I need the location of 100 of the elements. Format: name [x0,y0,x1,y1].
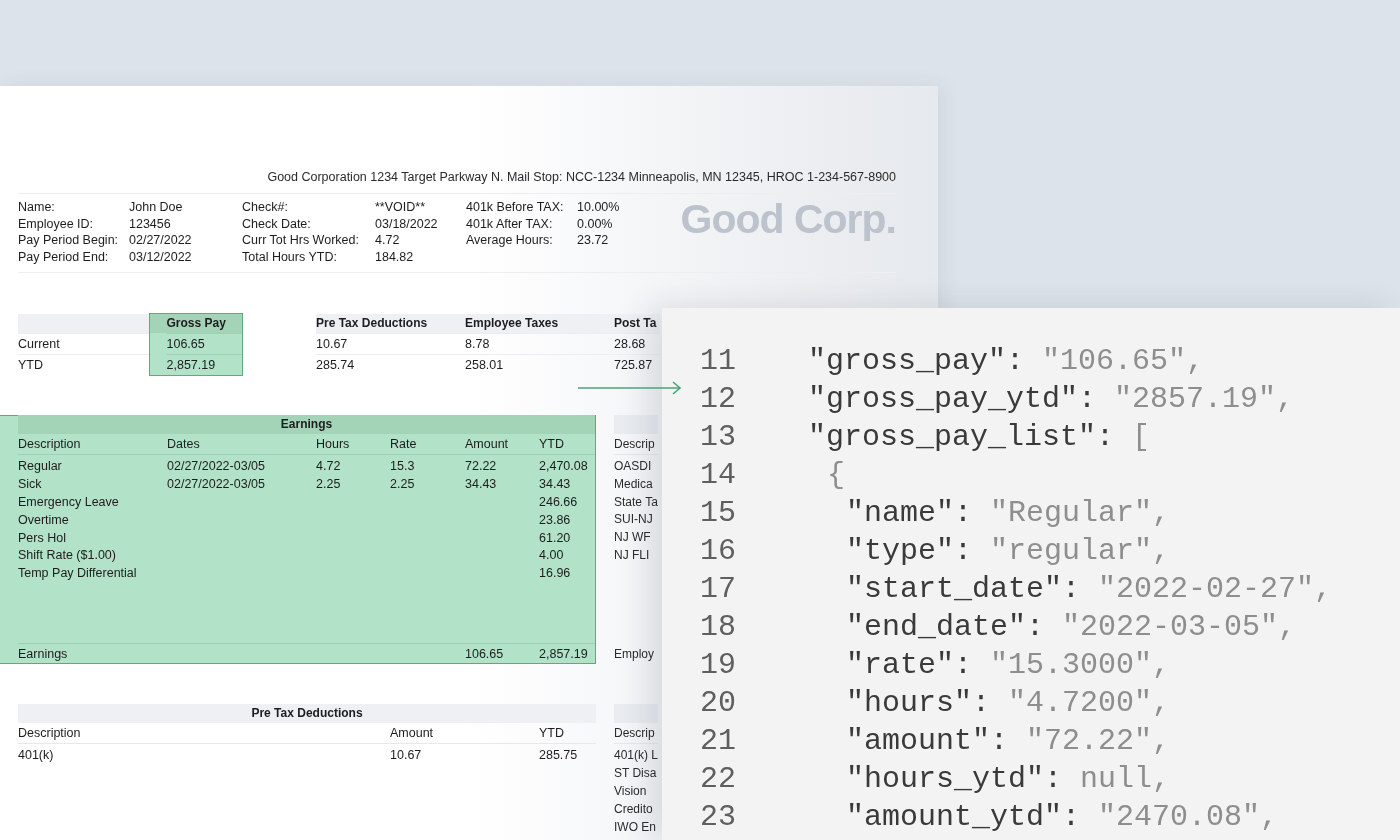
field-value: **VOID** [375,199,427,216]
field-label: Average Hours: [466,232,554,249]
table-cell-text: 285.75 [539,748,579,762]
field-label: Check#: [242,199,289,216]
code-key: "name": [846,494,973,532]
column-header: Post Ta [614,314,660,333]
field-label: Curr Tot Hrs Worked: [242,232,360,249]
field-value: 184.82 [375,248,415,265]
table-cell: Medica [614,476,653,491]
column-header: Hours [316,436,351,451]
table-cell: OASDI [614,459,652,473]
table-cell-text: Overtime [18,512,70,527]
table-cell: NJ FLI [614,548,650,562]
table-cell-text: 10.67 [390,748,423,762]
table-cell: IWO En [614,820,656,834]
line-number: 15 [700,495,736,532]
table-cell-text: 2.25 [390,477,416,492]
table-cell: 2,857.19 [166,358,216,372]
table-cell: 725.87 [614,358,653,372]
code-key: "gross_pay_ytd": [808,380,1097,418]
table-cell: 401(k) L [614,748,659,762]
table-cell-text: 2,857.19 [539,646,589,661]
line-number: 13 [700,419,736,456]
line-number: 21 [700,723,736,760]
line-number: 17 [700,571,736,608]
table-cell-text: 34.43 [539,477,572,492]
code-value: "4.7200", [1008,685,1171,722]
row-label: YTD [18,358,43,372]
column-header: Description [18,726,82,740]
field-label: Check Date: [242,215,312,232]
line-number: 23 [700,799,736,836]
line-number: 11 [700,343,736,380]
code-key: "amount": [846,722,1009,760]
line-number: 19 [700,647,736,684]
table-cell-text: 72.22 [465,459,498,474]
table-cell-text: 15.3 [390,459,416,474]
code-value: [ [1132,419,1151,456]
table-cell: ST Disa [614,766,657,780]
table-cell: NJ WF [614,530,651,545]
code-key: "hours": [846,684,991,722]
field-label: Name: [18,199,56,216]
column-header: Dates [167,436,201,451]
table-header-bar [614,704,658,723]
table-cell-text: 02/27/2022-03/05 [167,459,266,474]
field-value: 0.00% [577,215,614,232]
field-label: Employee ID: [18,215,95,232]
field-value: 23.72 [577,232,610,249]
code-key: "amount_ytd": [846,798,1081,836]
column-header: Amount [465,436,510,451]
table-cell-text: Earnings [18,646,69,661]
field-label: Total Hours YTD: [242,248,338,265]
code-key: "hours_ytd": [846,760,1063,798]
field-value: 03/12/2022 [129,248,193,265]
code-value: "Regular", [990,495,1171,532]
column-header: Description [18,436,82,451]
table-title-bar: Earnings [18,414,595,434]
code-value: "regular", [990,533,1171,570]
code-key: "type": [846,532,973,570]
table-cell-text: 4.00 [539,548,565,563]
code-key: "end_date": [846,608,1045,646]
table-cell: 8.78 [465,337,490,351]
line-number: 22 [700,761,736,798]
column-header: Amount [390,726,435,740]
column-header: Gross Pay [150,314,242,333]
table-cell-text: 401(k) [18,748,55,762]
code-value: "2022-02-27", [1098,571,1333,608]
line-number: 12 [700,381,736,418]
column-header: Rate [390,436,418,451]
code-key: "rate": [846,646,973,684]
field-value: 10.00% [577,199,621,216]
table-cell-text: 2.25 [316,477,342,492]
table-cell-text: 16.96 [539,566,572,581]
table-title-bar: Pre Tax Deductions [18,704,596,723]
field-label: Pay Period End: [18,248,110,265]
table-cell-text: 246.66 [539,495,579,509]
table-cell: SUI-NJ [614,512,653,527]
table-cell-text: 2,470.08 [539,459,589,474]
table-cell-text: 61.20 [539,530,572,545]
table-cell: 10.67 [316,337,348,351]
table-cell-text: 34.43 [465,477,498,492]
table-cell: 285.74 [316,358,355,372]
code-value: "15.3000", [990,647,1171,684]
code-value: "106.65", [1042,343,1205,380]
field-label: Pay Period Begin: [18,232,120,249]
field-label: 401k Before TAX: [466,199,565,216]
code-key: "start_date": [846,570,1081,608]
field-value: John Doe [129,199,184,216]
table-cell: Employ [614,647,654,661]
code-value: "2022-03-05", [1062,609,1297,646]
table-cell: Vision [614,784,647,798]
column-header: Descrip [614,726,655,740]
code-value: "2470.08", [1098,799,1279,836]
table-cell-text: 23.86 [539,512,572,527]
table-cell-text: Shift Rate ($1.00) [18,548,117,563]
field-value: 02/27/2022 [129,232,193,249]
column-header: YTD [539,436,565,451]
table-cell: 28.68 [614,337,646,351]
table-cell-text: 106.65 [465,646,505,661]
table-cell-text: Regular [18,459,63,474]
table-header-bar [614,415,658,434]
